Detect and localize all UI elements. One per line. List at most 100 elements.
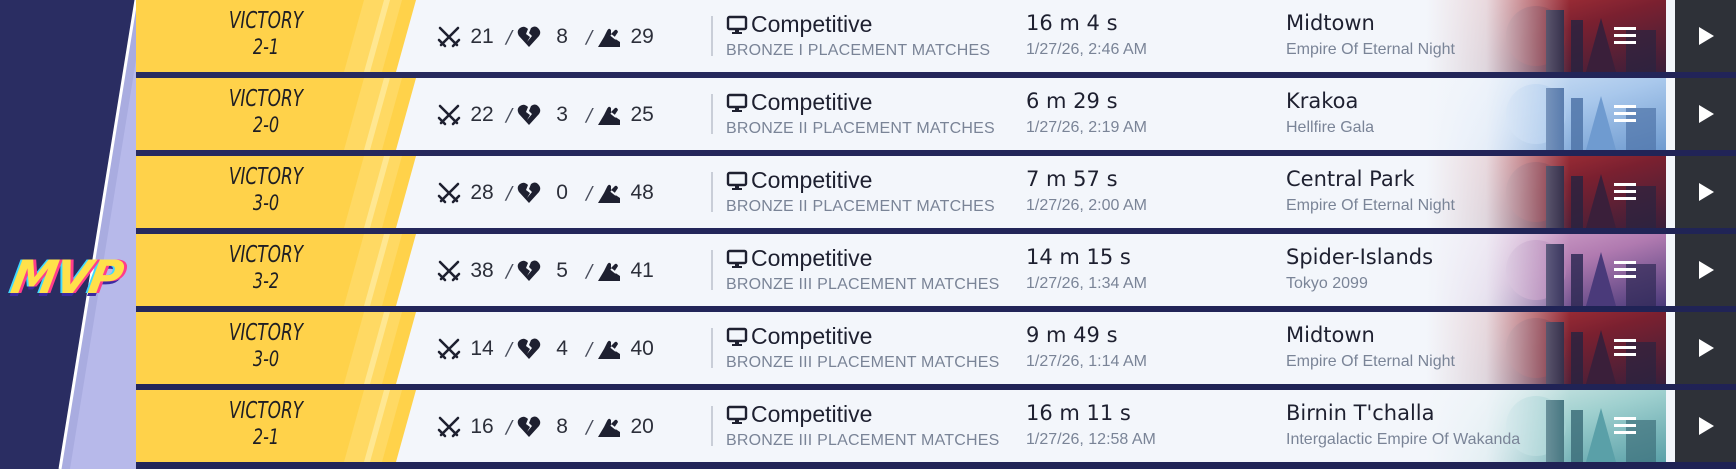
match-result-banner: VICTORY 2-1: [136, 390, 416, 462]
map-info: Midtown Empire Of Eternal Night: [1286, 323, 1455, 371]
mode-label: Competitive: [751, 89, 873, 115]
play-icon: [1699, 183, 1714, 201]
match-row[interactable]: VICTORY 3-0 14 / 4 / 40 Competitive BRON…: [136, 312, 1736, 384]
assists-value: 48: [630, 181, 654, 204]
menu-icon[interactable]: [1610, 100, 1640, 128]
menu-icon[interactable]: [1610, 256, 1640, 284]
play-icon: [1699, 417, 1714, 435]
assists-value: 25: [630, 103, 654, 126]
kills-value: 16: [470, 415, 494, 438]
crossed-swords-icon: [436, 258, 462, 284]
menu-icon[interactable]: [1610, 178, 1640, 206]
mode-label: Competitive: [751, 167, 873, 193]
divider: [711, 250, 713, 290]
kills-value: 14: [470, 337, 494, 360]
game-mode: Competitive BRONZE I PLACEMENT MATCHES: [726, 11, 990, 60]
deaths-value: 0: [556, 181, 568, 204]
deaths-value: 8: [556, 415, 568, 438]
helping-hand-icon: [596, 336, 622, 362]
crossed-swords-icon: [436, 24, 462, 50]
map-location: Intergalactic Empire Of Wakanda: [1286, 431, 1521, 448]
match-duration: 6 m 29 s: [1026, 89, 1118, 113]
crossed-swords-icon: [436, 336, 462, 362]
match-date: 1/27/26, 12:58 AM: [1026, 431, 1156, 448]
map-location: Empire Of Eternal Night: [1286, 197, 1455, 214]
map-location: Empire Of Eternal Night: [1286, 41, 1455, 58]
kills-value: 21: [470, 25, 494, 48]
broken-heart-icon: [516, 102, 542, 128]
map-location: Hellfire Gala: [1286, 119, 1375, 136]
match-time: 16 m 11 s 1/27/26, 12:58 AM: [1026, 401, 1156, 449]
replay-button[interactable]: [1675, 234, 1736, 306]
match-date: 1/27/26, 2:00 AM: [1026, 197, 1147, 214]
match-row[interactable]: VICTORY 2-1 16 / 8 / 20 Competitive BRON…: [136, 390, 1736, 462]
broken-heart-icon: [516, 24, 542, 50]
assists-value: 40: [630, 337, 654, 360]
map-name: Central Park: [1286, 167, 1415, 191]
assists-value: 20: [630, 415, 654, 438]
match-row[interactable]: VICTORY 2-0 22 / 3 / 25 Competitive BRON…: [136, 78, 1736, 150]
match-score: 2-1: [252, 425, 280, 449]
kda-stats: 21 / 8 / 29: [436, 22, 662, 52]
play-icon: [1699, 105, 1714, 123]
monitor-icon: [726, 15, 748, 34]
map-info: Midtown Empire Of Eternal Night: [1286, 11, 1455, 59]
replay-button[interactable]: [1675, 390, 1736, 462]
menu-icon[interactable]: [1610, 22, 1640, 50]
match-duration: 16 m 11 s: [1026, 401, 1131, 425]
kills-value: 22: [470, 103, 494, 126]
helping-hand-icon: [596, 24, 622, 50]
deaths-value: 4: [556, 337, 568, 360]
match-score: 3-0: [252, 347, 280, 371]
map-info: Birnin T'challa Intergalactic Empire Of …: [1286, 401, 1520, 449]
match-time: 9 m 49 s 1/27/26, 1:14 AM: [1026, 323, 1147, 371]
helping-hand-icon: [596, 414, 622, 440]
match-duration: 16 m 4 s: [1026, 11, 1118, 35]
broken-heart-icon: [516, 180, 542, 206]
match-history-screen: MVP VICTORY 2-1 21 / 8 / 29 Competitive …: [0, 0, 1736, 469]
menu-icon[interactable]: [1610, 334, 1640, 362]
divider: [711, 328, 713, 368]
match-row[interactable]: VICTORY 2-1 21 / 8 / 29 Competitive BRON…: [136, 0, 1736, 72]
monitor-icon: [726, 171, 748, 190]
map-name: Krakoa: [1286, 89, 1359, 113]
game-mode: Competitive BRONZE III PLACEMENT MATCHES: [726, 323, 1000, 372]
game-mode: Competitive BRONZE II PLACEMENT MATCHES: [726, 167, 995, 216]
replay-button[interactable]: [1675, 312, 1736, 384]
match-score: 3-2: [252, 269, 280, 293]
match-date: 1/27/26, 2:46 AM: [1026, 41, 1147, 58]
deaths-value: 3: [556, 103, 568, 126]
match-duration: 9 m 49 s: [1026, 323, 1118, 347]
divider: [711, 406, 713, 446]
rank-label: BRONZE III PLACEMENT MATCHES: [726, 276, 1000, 293]
helping-hand-icon: [596, 180, 622, 206]
divider: [711, 16, 713, 56]
game-mode: Competitive BRONZE II PLACEMENT MATCHES: [726, 89, 995, 138]
replay-button[interactable]: [1675, 78, 1736, 150]
map-info: Central Park Empire Of Eternal Night: [1286, 167, 1455, 215]
kills-value: 38: [470, 259, 494, 282]
map-info: Spider-Islands Tokyo 2099: [1286, 245, 1433, 293]
map-name: Birnin T'challa: [1286, 401, 1435, 425]
menu-icon[interactable]: [1610, 412, 1640, 440]
match-score: 2-1: [252, 35, 280, 59]
map-location: Empire Of Eternal Night: [1286, 353, 1455, 370]
rank-label: BRONZE II PLACEMENT MATCHES: [726, 198, 995, 215]
result-label: VICTORY: [228, 8, 304, 34]
match-row[interactable]: VICTORY 3-2 38 / 5 / 41 Competitive BRON…: [136, 234, 1736, 306]
match-result-banner: VICTORY 3-0: [136, 156, 416, 228]
match-time: 14 m 15 s 1/27/26, 1:34 AM: [1026, 245, 1147, 293]
replay-button[interactable]: [1675, 156, 1736, 228]
match-score: 2-0: [252, 113, 280, 137]
match-time: 6 m 29 s 1/27/26, 2:19 AM: [1026, 89, 1147, 137]
kills-value: 28: [470, 181, 494, 204]
replay-button[interactable]: [1675, 0, 1736, 72]
kda-stats: 38 / 5 / 41: [436, 256, 662, 286]
broken-heart-icon: [516, 414, 542, 440]
crossed-swords-icon: [436, 414, 462, 440]
match-row[interactable]: VICTORY 3-0 28 / 0 / 48 Competitive BRON…: [136, 156, 1736, 228]
match-result-banner: VICTORY 2-1: [136, 0, 416, 72]
monitor-icon: [726, 327, 748, 346]
match-score: 3-0: [252, 191, 280, 215]
divider: [711, 94, 713, 134]
